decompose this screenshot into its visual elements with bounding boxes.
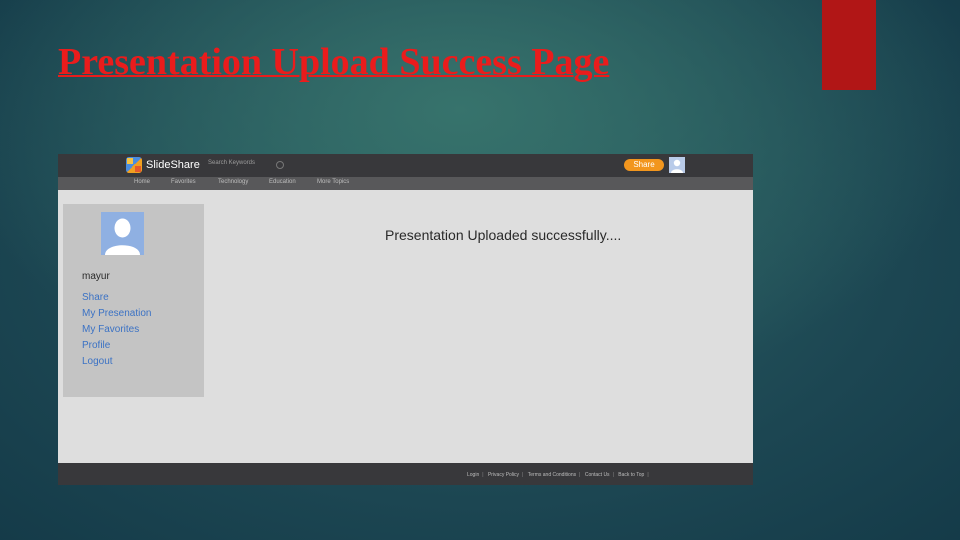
nav-item-technology[interactable]: Technology (218, 179, 248, 185)
footer: Login | Privacy Policy | Terms and Conditi… (58, 463, 753, 485)
share-button[interactable]: Share (624, 159, 664, 171)
slideshare-logo-icon[interactable] (126, 157, 142, 173)
website-screenshot: SlideShare Search Keywords Share Home Fa… (58, 154, 753, 485)
sidebar-link-my-presentation[interactable]: My Presenation (82, 308, 151, 319)
search-icon[interactable] (276, 161, 284, 169)
sidebar: mayur Share My Presenation My Favorites … (63, 204, 204, 397)
sidebar-link-share[interactable]: Share (82, 292, 109, 303)
username: mayur (82, 271, 110, 282)
user-avatar-icon[interactable] (669, 157, 685, 173)
sidebar-link-profile[interactable]: Profile (82, 340, 110, 351)
sidebar-link-my-favorites[interactable]: My Favorites (82, 324, 139, 335)
nav-bar: Home Favorites Technology Education More… (58, 177, 753, 190)
footer-links: Login | Privacy Policy | Terms and Conditi… (464, 472, 649, 478)
nav-item-more-topics[interactable]: More Topics (317, 179, 349, 185)
nav-item-home[interactable]: Home (134, 179, 150, 185)
profile-avatar-icon (101, 212, 144, 255)
footer-link-contact-us[interactable]: Contact Us (582, 472, 613, 478)
success-message: Presentation Uploaded successfully.... (385, 227, 622, 243)
nav-item-education[interactable]: Education (269, 179, 296, 185)
footer-link-privacy-policy[interactable]: Privacy Policy (485, 472, 522, 478)
accent-block (822, 0, 876, 90)
slide-title: Presentation Upload Success Page (58, 41, 610, 83)
footer-link-login[interactable]: Login (464, 472, 482, 478)
top-bar: SlideShare Search Keywords Share (58, 154, 753, 177)
footer-link-back-to-top[interactable]: Back to Top (615, 472, 647, 478)
footer-link-terms[interactable]: Terms and Conditions (525, 472, 579, 478)
search-input[interactable]: Search Keywords (208, 160, 255, 166)
sidebar-link-logout[interactable]: Logout (82, 356, 113, 367)
nav-item-favorites[interactable]: Favorites (171, 179, 196, 185)
brand-name[interactable]: SlideShare (146, 159, 200, 171)
